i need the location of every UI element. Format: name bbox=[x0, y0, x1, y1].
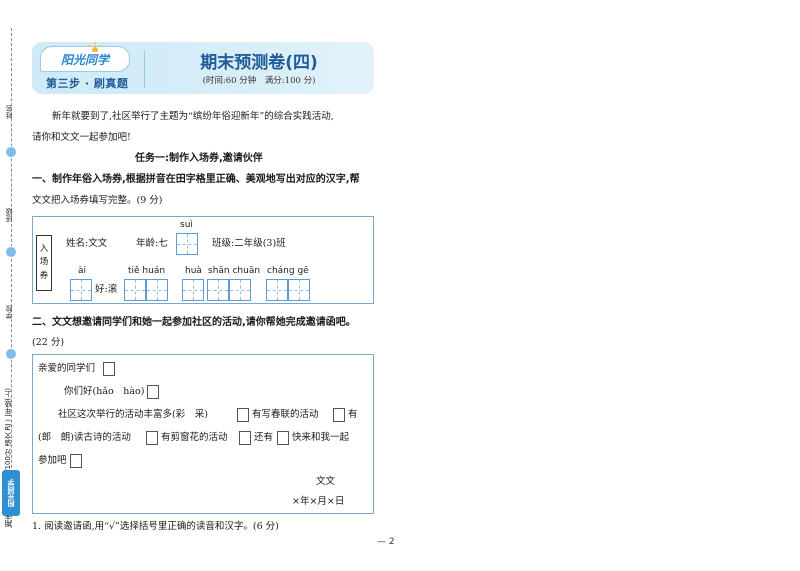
sun-icon bbox=[88, 42, 102, 52]
ticket-tag-char: 入 bbox=[39, 243, 49, 254]
letter-body-1b: 有写春联的活动 bbox=[252, 409, 319, 420]
tianzi-box-ai[interactable] bbox=[70, 279, 92, 301]
question-1-line-2: 文文把入场券填写完整。(9 分) bbox=[32, 195, 163, 206]
brand-logo: 阳光同学 bbox=[40, 46, 130, 72]
answer-box[interactable] bbox=[239, 431, 251, 445]
letter-body-1c: 有 bbox=[348, 409, 358, 420]
brand-logo-text: 阳光同学 bbox=[60, 52, 109, 67]
tianzi-box-sui[interactable] bbox=[176, 233, 198, 255]
answer-box[interactable] bbox=[70, 454, 82, 468]
pinyin-ai: ài bbox=[78, 266, 87, 276]
binding-logo: 阳光同学 bbox=[2, 470, 20, 516]
step-label: 第三步 · 刷真题 bbox=[46, 77, 129, 90]
tianzi-box-shan[interactable] bbox=[207, 279, 229, 301]
pinyin-hua: huà bbox=[185, 266, 202, 276]
binding-hole bbox=[5, 348, 17, 360]
exam-header: 阳光同学 第三步 · 刷真题 期末预测卷(四) (时间:60 分钟 满分:100… bbox=[32, 42, 374, 94]
ticket-name: 姓名:文文 bbox=[66, 238, 108, 249]
tianzi-box-hua[interactable] bbox=[182, 279, 204, 301]
pinyin-tiehuan: tiě huán bbox=[128, 266, 166, 276]
intro-line-2: 请你和文文一起参加吧! bbox=[32, 132, 131, 143]
question-3: 1. 阅读邀请函,用“√”选择括号里正确的读音和汉字。(6 分) bbox=[32, 521, 279, 532]
letter-hello: 你们好(hǎo hào) bbox=[64, 386, 145, 397]
pinyin-shanchuan: shān chuān bbox=[208, 266, 261, 276]
binding-strip: 姓名 班级 学校 期末复习15天冲刺100分 语文 RJ 二年级(上) 阳光同学 bbox=[0, 0, 24, 571]
binding-label-school: 学校 bbox=[5, 305, 13, 319]
answer-box[interactable] bbox=[147, 385, 159, 399]
letter-date: ×年×月×日 bbox=[292, 496, 345, 507]
answer-box[interactable] bbox=[277, 431, 289, 445]
letter-body-1: 社区这次举行的活动丰富多(彩 采) bbox=[58, 409, 208, 420]
letter-body-3: 参加吧 bbox=[38, 455, 67, 466]
letter-body-2b: 有剪窗花的活动 bbox=[161, 432, 228, 443]
binding-hole bbox=[5, 246, 17, 258]
task-1-title: 任务一:制作入场券,邀请伙伴 bbox=[135, 153, 263, 164]
tianzi-box-chuan[interactable] bbox=[229, 279, 251, 301]
exam-time-score: (时间:60 分钟 满分:100 分) bbox=[202, 76, 316, 86]
question-2-line-2: (22 分) bbox=[32, 337, 65, 348]
page-title: 期末预测卷(四) bbox=[200, 53, 318, 73]
tianzi-box-huan[interactable] bbox=[146, 279, 168, 301]
pinyin-changge: cháng gē bbox=[267, 266, 309, 276]
letter-body-2a: (郎 朗)读古诗的活动 bbox=[38, 432, 131, 443]
ticket-tag: 入 场 券 bbox=[36, 235, 52, 291]
pinyin-sui: suì bbox=[180, 220, 193, 230]
binding-label-name: 姓名 bbox=[5, 105, 13, 119]
letter-greeting: 亲爱的同学们 bbox=[38, 363, 96, 374]
tianzi-box-tie[interactable] bbox=[124, 279, 146, 301]
ticket-age: 年龄:七 bbox=[136, 238, 168, 249]
tianzi-box-chang[interactable] bbox=[266, 279, 288, 301]
tianzi-box-ge[interactable] bbox=[288, 279, 310, 301]
page-number: — 2 bbox=[377, 537, 395, 547]
answer-box[interactable] bbox=[237, 408, 249, 422]
question-2-line-1: 二、文文想邀请同学们和她一起参加社区的活动,请你帮她完成邀请函吧。 bbox=[32, 317, 356, 328]
ticket-class: 班级:二年级(3)班 bbox=[212, 238, 286, 249]
binding-hole bbox=[5, 146, 17, 158]
letter-body-2d: 快来和我一起 bbox=[292, 432, 350, 443]
answer-box[interactable] bbox=[333, 408, 345, 422]
ticket-tag-char: 券 bbox=[39, 270, 49, 281]
binding-label-class: 班级 bbox=[5, 208, 13, 222]
answer-box[interactable] bbox=[103, 362, 115, 376]
letter-body-2c: 还有 bbox=[254, 432, 274, 443]
ticket-tag-char: 场 bbox=[39, 257, 49, 268]
letter-signature: 文文 bbox=[316, 476, 336, 487]
answer-box[interactable] bbox=[146, 431, 158, 445]
intro-line-1: 新年就要到了,社区举行了主题为“缤纷年俗迎新年”的综合实践活动, bbox=[52, 111, 334, 122]
ticket-hobby-label: 好:滚 bbox=[95, 284, 118, 295]
question-1-line-1: 一、制作年俗入场券,根据拼音在田字格里正确、美观地写出对应的汉字,帮 bbox=[32, 174, 360, 185]
